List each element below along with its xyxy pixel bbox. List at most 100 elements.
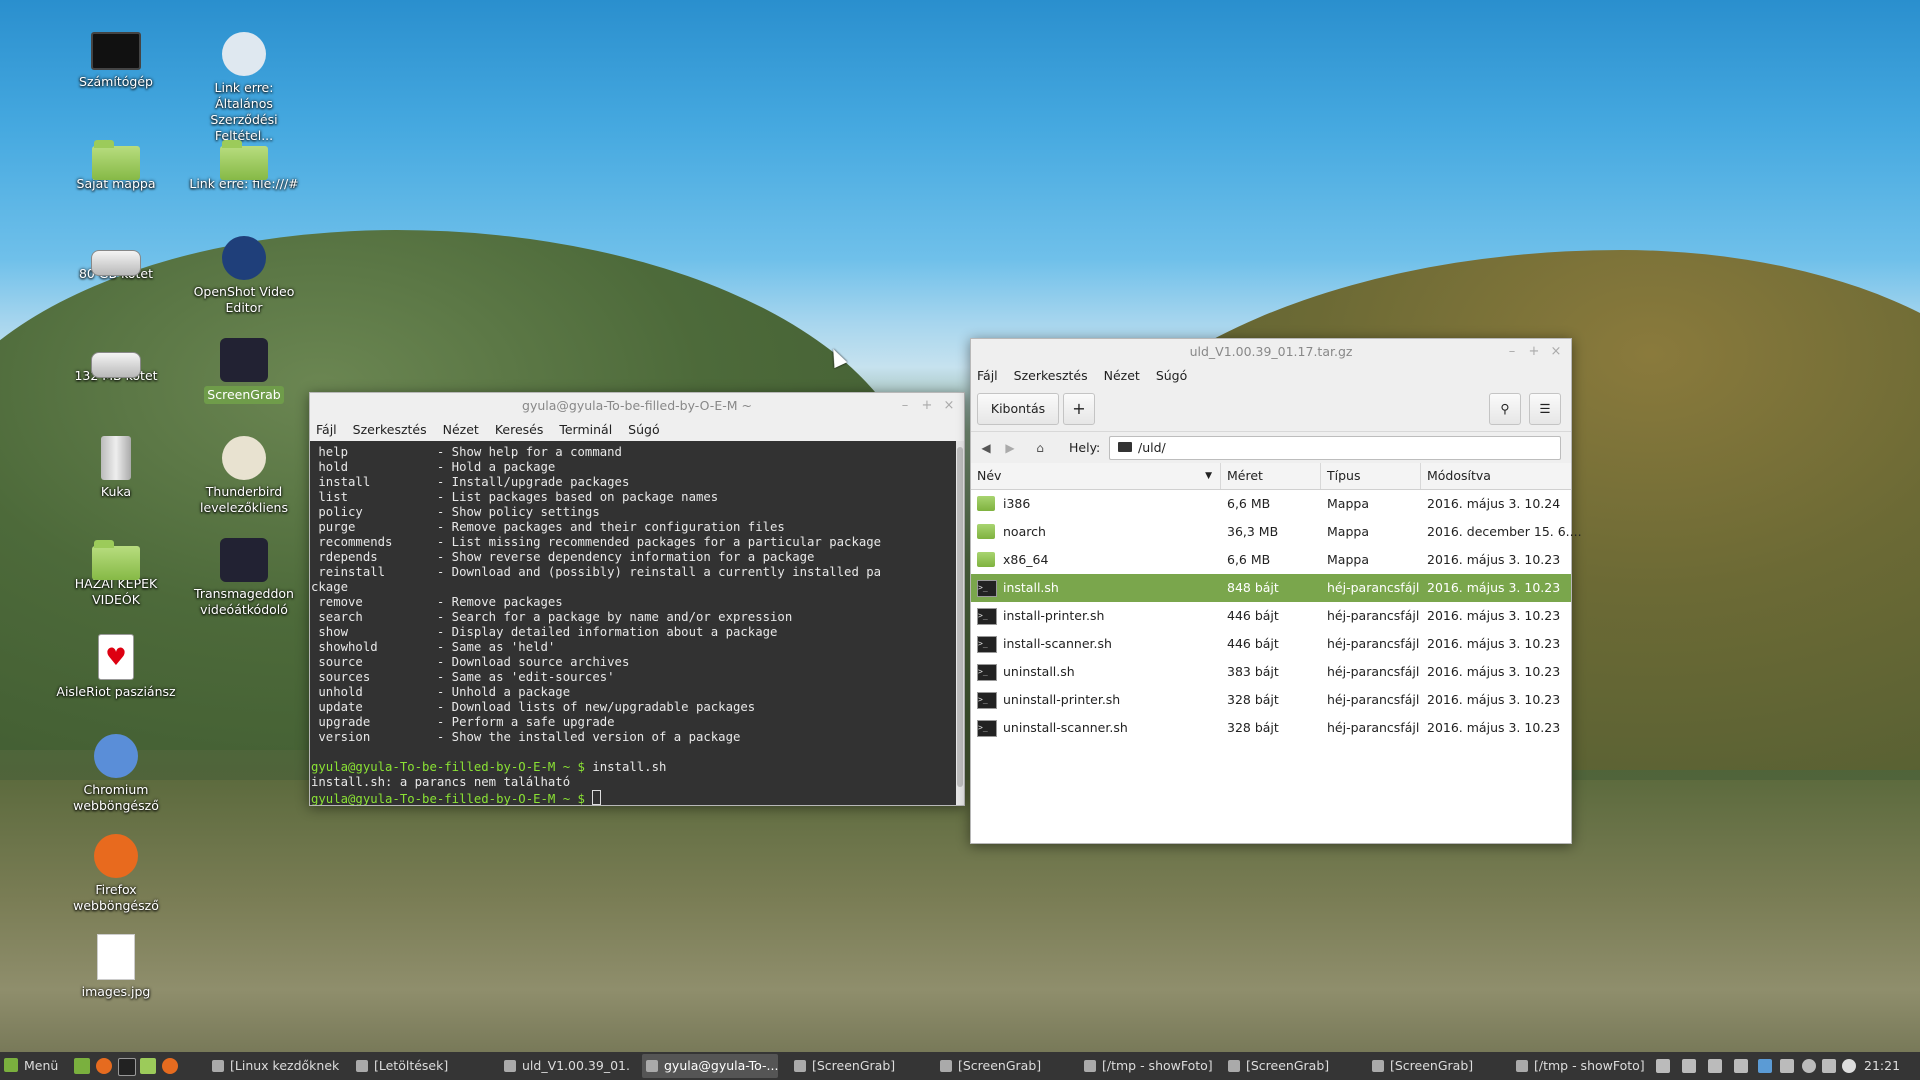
- menu-file[interactable]: Fájl: [316, 422, 337, 437]
- column-modified[interactable]: Módosítva: [1421, 463, 1571, 489]
- hamburger-menu-button[interactable]: ☰: [1529, 393, 1561, 425]
- desktop-icon[interactable]: Link erre: Általános Szerződési Feltétel…: [184, 32, 304, 144]
- desktop-icon[interactable]: images.jpg: [56, 934, 176, 1000]
- file-row[interactable]: >_ install-printer.sh 446 bájt héj-parancsf…: [971, 602, 1571, 630]
- firefox-launcher-icon[interactable]: [96, 1058, 112, 1074]
- taskbar-task[interactable]: [ScreenGrab]: [936, 1054, 1068, 1078]
- user-icon[interactable]: [1802, 1059, 1816, 1073]
- close-icon[interactable]: ×: [940, 393, 958, 419]
- file-row[interactable]: >_ uninstall-printer.sh 328 bájt héj-paranc…: [971, 686, 1571, 714]
- column-name[interactable]: Név ▼: [971, 463, 1221, 489]
- show-desktop-icon[interactable]: [74, 1058, 90, 1074]
- file-row[interactable]: >_ uninstall.sh 383 bájt héj-parancsfájl 201…: [971, 658, 1571, 686]
- maximize-icon[interactable]: +: [918, 393, 936, 419]
- browser-launcher-icon[interactable]: [162, 1058, 178, 1074]
- location-field[interactable]: /uld/: [1109, 436, 1561, 460]
- file-type: Mappa: [1327, 552, 1369, 567]
- taskbar-task[interactable]: [/tmp - showFoto]: [1080, 1054, 1212, 1078]
- chromium-icon: [94, 734, 138, 778]
- file-name: install.sh: [1003, 580, 1059, 595]
- terminal-launcher-icon[interactable]: [118, 1058, 136, 1076]
- taskbar-task[interactable]: uld_V1.00.39_01....: [500, 1054, 630, 1078]
- file-row[interactable]: noarch 36,3 MB Mappa 2016. december 15. 6..…: [971, 518, 1582, 546]
- desktop-icon[interactable]: Kuka: [56, 436, 176, 500]
- desktop-icon[interactable]: 132 MB kötet: [56, 338, 176, 384]
- desktop-icon[interactable]: Thunderbird levelezőkliens: [184, 436, 304, 516]
- terminal-window[interactable]: gyula@gyula-To-be-filled-by-O-E-M ~ – + …: [309, 392, 965, 806]
- add-files-button[interactable]: +: [1063, 393, 1095, 425]
- taskbar-task[interactable]: gyula@gyula-To-...: [642, 1054, 778, 1078]
- desktop-icon[interactable]: ♥ AisleRiot pasziánsz: [56, 634, 176, 700]
- file-list[interactable]: Név ▼ Méret Típus Módosítva i386 6,6 MB Ma…: [971, 463, 1582, 843]
- extract-button[interactable]: Kibontás: [977, 393, 1059, 425]
- file-type: Mappa: [1327, 524, 1369, 539]
- desktop-icon[interactable]: OpenShot Video Editor: [184, 236, 304, 316]
- script-icon: >_: [977, 692, 997, 709]
- clock[interactable]: 21:21: [1864, 1052, 1900, 1080]
- desktop-icon[interactable]: Chromium webböngésző: [56, 734, 176, 814]
- file-size: 328 bájt: [1227, 692, 1279, 707]
- desktop-icon[interactable]: Saját mappa: [56, 138, 176, 192]
- terminal-scrollbar[interactable]: [956, 441, 964, 805]
- archive-titlebar[interactable]: uld_V1.00.39_01.17.tar.gz – + ×: [971, 339, 1571, 365]
- forward-arrow-icon[interactable]: ▶: [999, 437, 1021, 459]
- taskbar-task[interactable]: [ScreenGrab]: [790, 1054, 922, 1078]
- search-button[interactable]: ⚲: [1489, 393, 1521, 425]
- network-icon[interactable]: [1822, 1059, 1836, 1073]
- clipboard-icon[interactable]: [1780, 1059, 1794, 1073]
- folder-icon: [977, 524, 995, 539]
- menu-help[interactable]: Súgó: [628, 422, 659, 437]
- files-launcher-icon[interactable]: [140, 1058, 156, 1074]
- taskbar-task[interactable]: [ScreenGrab]: [1368, 1054, 1500, 1078]
- home-icon[interactable]: ⌂: [1029, 437, 1051, 459]
- file-row[interactable]: i386 6,6 MB Mappa 2016. május 3. 10.24: [971, 490, 1571, 518]
- taskbar-task[interactable]: [/tmp - showFoto]: [1512, 1054, 1644, 1078]
- file-row[interactable]: >_ install.sh 848 bájt héj-parancsfájl 2016.…: [971, 574, 1571, 602]
- tray-screengrab-icon[interactable]: [1734, 1059, 1748, 1073]
- desktop-icon[interactable]: ScreenGrab: [184, 338, 304, 404]
- menu-edit[interactable]: Szerkesztés: [1014, 368, 1088, 383]
- close-icon[interactable]: ×: [1547, 339, 1565, 365]
- tray-screengrab-icon[interactable]: [1682, 1059, 1696, 1073]
- shield-icon[interactable]: [1758, 1059, 1772, 1073]
- brightness-icon[interactable]: [1842, 1059, 1856, 1073]
- desktop-icon[interactable]: Firefox webböngésző: [56, 834, 176, 914]
- desktop-icon[interactable]: Link erre: file:///#: [184, 138, 304, 192]
- taskbar-task[interactable]: [Linux kezdőknek...: [208, 1054, 340, 1078]
- start-menu-button[interactable]: Menü: [4, 1052, 58, 1080]
- desktop-icon[interactable]: 80 GB kötet: [56, 236, 176, 282]
- file-row[interactable]: >_ uninstall-scanner.sh 328 bájt héj-paranc…: [971, 714, 1571, 742]
- taskbar-task[interactable]: [Letöltések]: [352, 1054, 488, 1078]
- menu-help[interactable]: Súgó: [1156, 368, 1187, 383]
- taskbar-task[interactable]: [ScreenGrab]: [1224, 1054, 1356, 1078]
- maximize-icon[interactable]: +: [1525, 339, 1543, 365]
- minimize-icon[interactable]: –: [896, 393, 914, 419]
- menu-view[interactable]: Nézet: [1104, 368, 1140, 383]
- column-size[interactable]: Méret: [1221, 463, 1321, 489]
- drive-icon: [91, 352, 141, 378]
- desktop-icon-label: AisleRiot pasziánsz: [56, 684, 176, 699]
- file-row[interactable]: >_ install-scanner.sh 446 bájt héj-parancsf…: [971, 630, 1571, 658]
- desktop-icon[interactable]: Transmageddon videóátkódoló: [184, 538, 304, 618]
- back-arrow-icon[interactable]: ◀: [975, 437, 997, 459]
- desktop-icon-label: ScreenGrab: [204, 386, 284, 404]
- menu-search[interactable]: Keresés: [495, 422, 544, 437]
- menu-edit[interactable]: Szerkesztés: [353, 422, 427, 437]
- desktop-icon[interactable]: Számítógép: [56, 32, 176, 90]
- minimize-icon[interactable]: –: [1503, 339, 1521, 365]
- column-type[interactable]: Típus: [1321, 463, 1421, 489]
- archive-manager-window[interactable]: uld_V1.00.39_01.17.tar.gz – + × Fájl Sze…: [970, 338, 1582, 844]
- transmageddon-icon: [220, 538, 268, 582]
- desktop-icon-label: Transmageddon videóátkódoló: [194, 586, 294, 617]
- terminal-output[interactable]: help - Show help for a command hold - Ho…: [310, 441, 956, 805]
- menu-file[interactable]: Fájl: [977, 368, 998, 383]
- archive-toolbar: Kibontás + ⚲ ☰: [971, 387, 1571, 431]
- script-icon: >_: [977, 720, 997, 737]
- tray-screengrab-icon[interactable]: [1708, 1059, 1722, 1073]
- tray-screengrab-icon[interactable]: [1656, 1059, 1670, 1073]
- menu-view[interactable]: Nézet: [443, 422, 479, 437]
- menu-terminal[interactable]: Terminál: [559, 422, 612, 437]
- file-row[interactable]: x86_64 6,6 MB Mappa 2016. május 3. 10.23: [971, 546, 1571, 574]
- terminal-titlebar[interactable]: gyula@gyula-To-be-filled-by-O-E-M ~ – + …: [310, 393, 964, 419]
- desktop-icon[interactable]: HAZAI KÉPEK VIDEÓK: [56, 538, 176, 608]
